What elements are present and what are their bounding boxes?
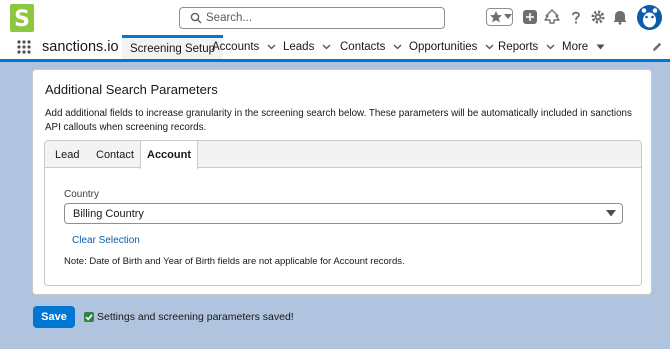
nav-item-label: Screening Setup bbox=[130, 42, 216, 55]
plus-icon[interactable] bbox=[522, 9, 538, 25]
status-message: Settings and screening parameters saved! bbox=[97, 311, 294, 323]
country-select[interactable]: Billing Country bbox=[64, 203, 623, 224]
svg-text:S: S bbox=[14, 7, 30, 32]
nav-item-contacts[interactable]: Contacts bbox=[340, 35, 402, 59]
nav-item-opportunities[interactable]: Opportunities bbox=[409, 35, 494, 59]
country-label: Country bbox=[64, 189, 100, 200]
record-type-tabs: Lead Contact Account Country Billing Cou… bbox=[44, 140, 642, 286]
search-parameters-card: Additional Search Parameters Add additio… bbox=[32, 69, 652, 295]
nav-item-label: Contacts bbox=[340, 41, 386, 53]
nav-bar: sanctions.io Screening Setup Accounts Le… bbox=[0, 35, 670, 62]
tab-label: Contact bbox=[96, 148, 134, 161]
card-title: Additional Search Parameters bbox=[45, 82, 218, 97]
gear-icon[interactable] bbox=[590, 9, 606, 25]
avatar[interactable] bbox=[637, 5, 662, 30]
search-icon bbox=[190, 12, 202, 24]
chevron-down-icon[interactable] bbox=[393, 44, 402, 50]
bell-icon[interactable] bbox=[612, 9, 628, 25]
chevron-down-icon[interactable] bbox=[322, 44, 331, 50]
tab-contact[interactable]: Contact bbox=[96, 141, 134, 168]
tab-label: Account bbox=[147, 149, 191, 161]
caret-down-icon bbox=[606, 210, 616, 217]
avatar-icon bbox=[637, 5, 662, 30]
nav-item-label: Leads bbox=[283, 41, 315, 53]
nav-item-leads[interactable]: Leads bbox=[283, 35, 331, 59]
tab-strip: Lead Contact Account bbox=[45, 141, 641, 169]
chevron-down-icon[interactable] bbox=[485, 44, 494, 50]
country-select-value: Billing Country bbox=[73, 208, 144, 220]
search-input[interactable] bbox=[206, 10, 436, 26]
sanctions-logo-icon[interactable]: S bbox=[10, 4, 34, 32]
help-icon[interactable] bbox=[568, 9, 584, 25]
pencil-icon[interactable] bbox=[651, 41, 663, 53]
tab-lead[interactable]: Lead bbox=[55, 141, 79, 168]
nav-item-label: Accounts bbox=[212, 41, 260, 53]
global-search[interactable] bbox=[179, 7, 445, 29]
app-launcher-icon[interactable] bbox=[16, 39, 32, 55]
nav-item-label: Opportunities bbox=[409, 41, 478, 53]
nav-item-screening-setup[interactable]: Screening Setup bbox=[122, 35, 224, 59]
nav-item-label: Reports bbox=[498, 41, 539, 53]
chevron-down-icon[interactable] bbox=[546, 44, 555, 50]
global-header: S bbox=[0, 0, 670, 35]
nav-item-more[interactable]: More bbox=[562, 35, 605, 59]
nav-item-label: More bbox=[562, 41, 589, 53]
applicability-note: Note: Date of Birth and Year of Birth fi… bbox=[64, 256, 405, 267]
nav-item-accounts[interactable]: Accounts bbox=[212, 35, 276, 59]
check-icon bbox=[84, 312, 94, 322]
trailhead-icon[interactable] bbox=[544, 9, 560, 25]
favorites-button[interactable] bbox=[486, 8, 513, 26]
clear-selection-link[interactable]: Clear Selection bbox=[72, 235, 140, 246]
caret-down-icon bbox=[596, 44, 605, 50]
nav-item-reports[interactable]: Reports bbox=[498, 35, 555, 59]
chevron-down-icon[interactable] bbox=[267, 44, 276, 50]
save-status: Settings and screening parameters saved! bbox=[84, 311, 294, 323]
tab-account[interactable]: Account bbox=[140, 141, 198, 169]
tab-label: Lead bbox=[55, 148, 80, 161]
chevron-down-icon bbox=[504, 14, 512, 19]
card-description: Add additional fields to increase granul… bbox=[45, 108, 632, 133]
star-icon bbox=[490, 11, 502, 23]
save-button[interactable]: Save bbox=[33, 306, 75, 328]
app-name: sanctions.io bbox=[42, 39, 119, 55]
